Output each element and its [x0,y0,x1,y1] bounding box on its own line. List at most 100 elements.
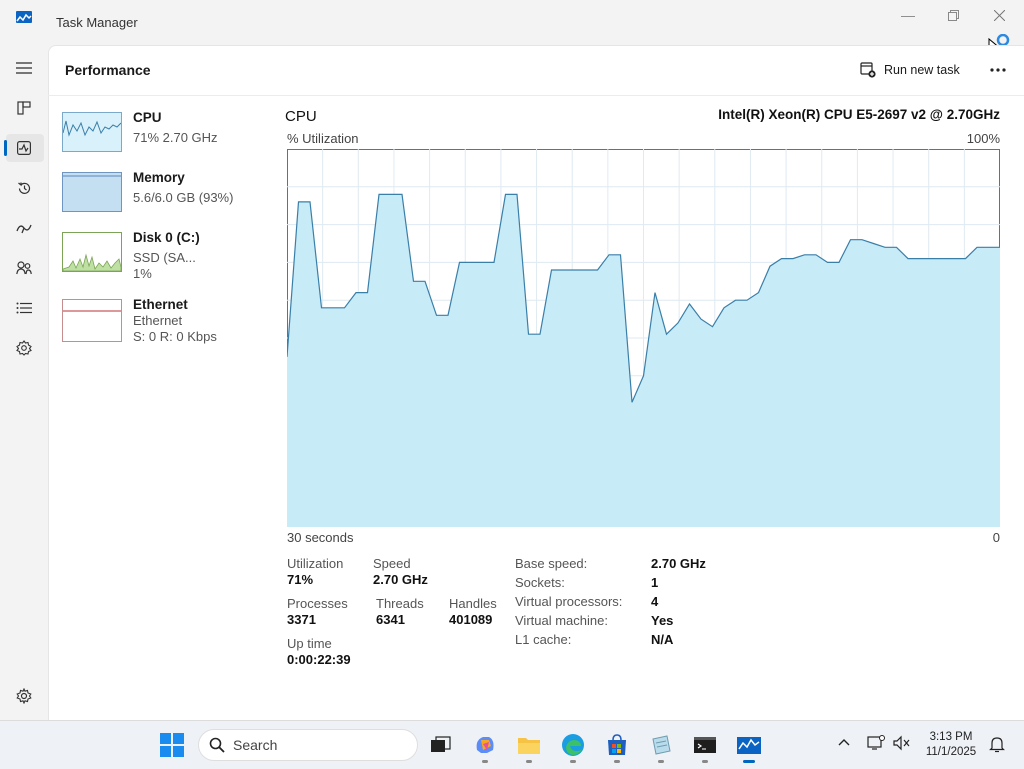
task-view-button[interactable] [428,732,454,758]
stat-value: 6341 [376,612,405,627]
memory-thumbnail-graph [62,172,122,212]
device-detail-secondary: S: 0 R: 0 Kbps [133,329,217,344]
spec-label: Sockets: [515,575,565,590]
disk-thumbnail-graph [62,232,122,272]
settings-icon[interactable] [12,684,36,708]
folder-icon [518,738,540,754]
processes-icon[interactable] [12,96,36,120]
cpu-model: Intel(R) Xeon(R) CPU E5-2697 v2 @ 2.70GH… [718,107,1000,122]
close-icon [993,9,1005,21]
stat-value: 2.70 GHz [373,572,428,587]
details-icon[interactable] [12,296,36,320]
task-manager-taskbar-button[interactable] [736,732,762,758]
search-placeholder: Search [233,737,278,753]
app-history-icon[interactable] [12,176,36,200]
maximize-button[interactable] [930,0,976,30]
spec-value: Yes [651,613,674,628]
device-detail-secondary: 1% [133,266,152,281]
ethernet-thumbnail-graph [62,299,122,342]
taskbar-search-box[interactable]: Search [198,729,418,761]
window-title: Task Manager [56,15,138,30]
show-hidden-icons-button[interactable] [836,735,852,756]
terminal-icon [694,737,716,753]
notepad-button[interactable] [648,732,674,758]
task-manager-app-icon [16,11,32,23]
startup-icon[interactable] [12,216,36,240]
edge-button[interactable] [560,732,586,758]
cpu-utilization-graph [287,149,1000,527]
restore-icon [947,9,959,21]
clock-date: 11/1/2025 [925,746,977,758]
minimize-icon: — [901,7,915,23]
run-task-icon [860,62,876,78]
spec-label: L1 cache: [515,632,572,647]
start-button[interactable] [160,733,184,762]
hamburger-icon[interactable] [12,56,36,80]
device-name: Disk 0 (C:) [133,230,200,245]
spec-label: Base speed: [515,556,588,571]
run-new-task-label: Run new task [884,63,960,77]
title-bar [0,0,1024,45]
run-new-task-button[interactable]: Run new task [860,58,960,82]
copilot-button[interactable] [472,732,498,758]
stat-label: Threads [376,596,424,611]
spec-value: 1 [651,575,659,590]
stat-label: Speed [373,556,411,571]
search-icon [209,737,225,753]
more-options-button[interactable] [986,58,1010,82]
notepad-icon [652,735,671,755]
copilot-icon [476,737,494,753]
device-detail: Ethernet [133,313,183,328]
device-cpu[interactable]: CPU 71% 2.70 GHz [62,110,272,170]
chevron-up-icon [838,739,850,746]
stat-value: 401089 [449,612,493,627]
spec-value: 4 [651,594,659,609]
minimize-button[interactable]: — [885,0,931,30]
device-detail: 5.6/6.0 GB (93%) [133,190,234,205]
cpu-thumbnail-graph [62,112,122,152]
stat-value: 0:00:22:39 [287,652,351,667]
running-indicator [526,760,532,763]
device-memory[interactable]: Memory 5.6/6.0 GB (93%) [62,170,272,230]
y-max-label: 100% [966,131,1000,146]
stat-value: 3371 [287,612,316,627]
stat-label: Utilization [287,556,344,571]
stat-label: Handles [449,596,497,611]
clock-time: 3:13 PM [929,731,973,743]
volume-tray-button[interactable] [893,735,911,756]
device-name: CPU [133,110,162,125]
spec-value: N/A [651,632,674,647]
stat-value: 71% [287,572,314,587]
task-manager-icon [737,737,761,754]
store-button[interactable] [604,732,630,758]
file-explorer-button[interactable] [516,732,542,758]
notifications-button[interactable] [988,735,1006,758]
running-indicator [614,760,620,763]
services-icon[interactable] [12,336,36,360]
nav-active-indicator [4,140,7,156]
spec-label: Virtual machine: [515,613,608,628]
performance-icon[interactable] [12,136,36,160]
device-name: Memory [133,170,185,185]
device-disk[interactable]: Disk 0 (C:) SSD (SA... 1% [62,230,272,290]
stat-label: Processes [287,596,348,611]
volume-muted-icon [893,735,910,751]
device-name: Ethernet [133,297,188,312]
page-title: Performance [65,62,151,78]
device-detail: 71% 2.70 GHz [133,130,218,145]
more-icon [990,68,1006,72]
task-view-icon [431,736,451,752]
users-icon[interactable] [12,256,36,280]
spec-value: 2.70 GHz [651,556,706,571]
close-button[interactable] [976,0,1022,30]
spec-label: Virtual processors: [515,594,623,609]
device-detail: SSD (SA... [133,250,196,265]
taskbar-clock[interactable]: 3:13 PM 11/1/2025 [920,730,982,760]
running-indicator [702,760,708,763]
device-ethernet[interactable]: Ethernet Ethernet S: 0 R: 0 Kbps [62,297,272,357]
graph-title: CPU [285,108,317,125]
terminal-button[interactable] [692,732,718,758]
edge-icon [562,734,584,756]
running-indicator [658,760,664,763]
network-tray-button[interactable] [867,735,885,756]
